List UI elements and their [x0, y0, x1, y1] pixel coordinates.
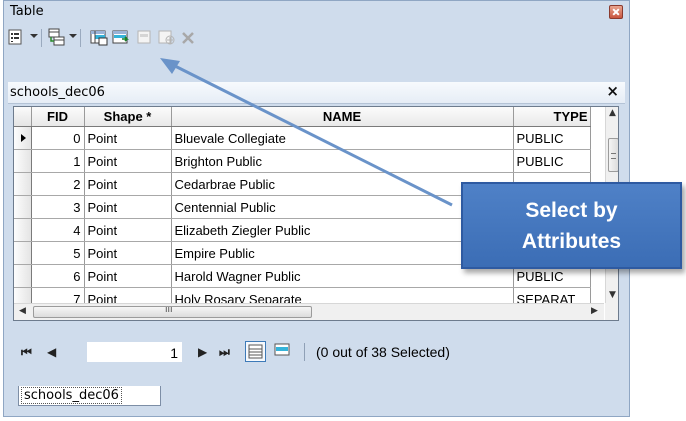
table-row[interactable]: 0 Point Bluevale Collegiate PUBLIC	[14, 126, 591, 150]
table-row[interactable]: 1 Point Brighton Public PUBLIC	[14, 149, 591, 173]
navigation-separator	[304, 343, 305, 361]
show-selected-records-icon[interactable]	[273, 341, 291, 359]
row-selector-header[interactable]	[14, 107, 32, 127]
cell-name[interactable]: Bluevale Collegiate	[171, 126, 514, 150]
cell-shape[interactable]: Point	[84, 126, 172, 150]
cell-shape[interactable]: Point	[84, 172, 172, 196]
table-tab-header[interactable]: schools_dec06 ×	[8, 82, 625, 104]
current-record-value: 1	[170, 345, 178, 361]
row-selector[interactable]	[14, 126, 32, 150]
table-tab-close-button[interactable]: ×	[606, 82, 619, 100]
cell-fid[interactable]: 1	[31, 149, 85, 173]
title-bar: Table	[4, 1, 629, 23]
row-selector[interactable]	[14, 218, 32, 242]
cell-shape[interactable]: Point	[84, 241, 172, 265]
previous-record-icon[interactable]: ◀	[47, 345, 56, 359]
window-title: Table	[10, 4, 44, 19]
cell-shape[interactable]: Point	[84, 218, 172, 242]
row-selector[interactable]	[14, 149, 32, 173]
related-tables-dropdown-icon[interactable]	[69, 34, 77, 38]
current-row-marker-icon	[21, 134, 26, 142]
select-by-attributes-icon[interactable]	[90, 28, 108, 48]
horizontal-scrollbar[interactable]: ◀ ııı ▶	[14, 303, 604, 320]
scroll-up-icon[interactable]: ▲	[609, 108, 616, 118]
row-selector[interactable]	[14, 195, 32, 219]
horizontal-scroll-thumb[interactable]: ııı	[33, 305, 312, 318]
cell-fid[interactable]: 0	[31, 126, 85, 150]
column-header-fid[interactable]: FID	[31, 107, 85, 127]
switch-selection-icon[interactable]	[112, 28, 130, 48]
first-record-icon[interactable]: ⏮	[21, 345, 32, 360]
column-header-type[interactable]: TYPE	[513, 107, 591, 127]
table-tab-label: schools_dec06	[10, 85, 105, 100]
row-selector[interactable]	[14, 264, 32, 288]
scroll-down-icon[interactable]: ▼	[609, 290, 616, 300]
cell-fid[interactable]: 3	[31, 195, 85, 219]
clear-selection-icon[interactable]	[137, 28, 153, 48]
cell-fid[interactable]: 5	[31, 241, 85, 265]
toolbar-separator	[41, 29, 42, 47]
window-close-button[interactable]	[609, 5, 623, 19]
scroll-right-icon[interactable]: ▶	[591, 306, 598, 316]
toolbar-separator	[80, 29, 81, 47]
last-record-icon[interactable]: ⏭	[219, 345, 230, 360]
selection-status: (0 out of 38 Selected)	[316, 344, 450, 360]
cell-name[interactable]: Brighton Public	[171, 149, 514, 173]
table-toolbar	[8, 25, 624, 51]
vertical-scroll-thumb[interactable]	[608, 138, 618, 172]
cell-fid[interactable]: 4	[31, 218, 85, 242]
delete-selected-icon[interactable]	[180, 28, 196, 48]
column-header-name[interactable]: NAME	[171, 107, 514, 127]
column-header-shape[interactable]: Shape *	[84, 107, 172, 127]
callout-text: Select by Attributes	[521, 198, 622, 253]
zoom-to-selected-icon[interactable]	[158, 28, 176, 48]
cell-shape[interactable]: Point	[84, 264, 172, 288]
cell-fid[interactable]: 6	[31, 264, 85, 288]
scroll-grip-icon: ııı	[165, 305, 173, 315]
bottom-table-tab[interactable]: schools_dec06	[18, 386, 161, 406]
bottom-table-tab-label: schools_dec06	[21, 387, 122, 404]
row-selector[interactable]	[14, 241, 32, 265]
cell-fid[interactable]: 2	[31, 172, 85, 196]
show-all-records-icon[interactable]	[245, 341, 266, 362]
table-options-dropdown-icon[interactable]	[30, 34, 38, 38]
current-record-field[interactable]: 1	[87, 342, 182, 362]
cell-type[interactable]: PUBLIC	[513, 126, 591, 150]
cell-shape[interactable]: Point	[84, 195, 172, 219]
select-by-attributes-callout: Select by Attributes	[461, 182, 682, 269]
record-navigation-bar: ⏮ ◀ 1 ▶ ⏭ (0 out of 38 Selected)	[13, 339, 619, 367]
scrollbar-corner	[605, 303, 618, 320]
scroll-left-icon[interactable]: ◀	[19, 306, 26, 316]
table-options-icon[interactable]	[8, 28, 22, 48]
table-header-row: FID Shape * NAME TYPE	[14, 107, 591, 127]
related-tables-icon[interactable]	[48, 28, 66, 48]
cell-shape[interactable]: Point	[84, 149, 172, 173]
cell-type[interactable]: PUBLIC	[513, 149, 591, 173]
row-selector[interactable]	[14, 172, 32, 196]
next-record-icon[interactable]: ▶	[198, 345, 207, 359]
